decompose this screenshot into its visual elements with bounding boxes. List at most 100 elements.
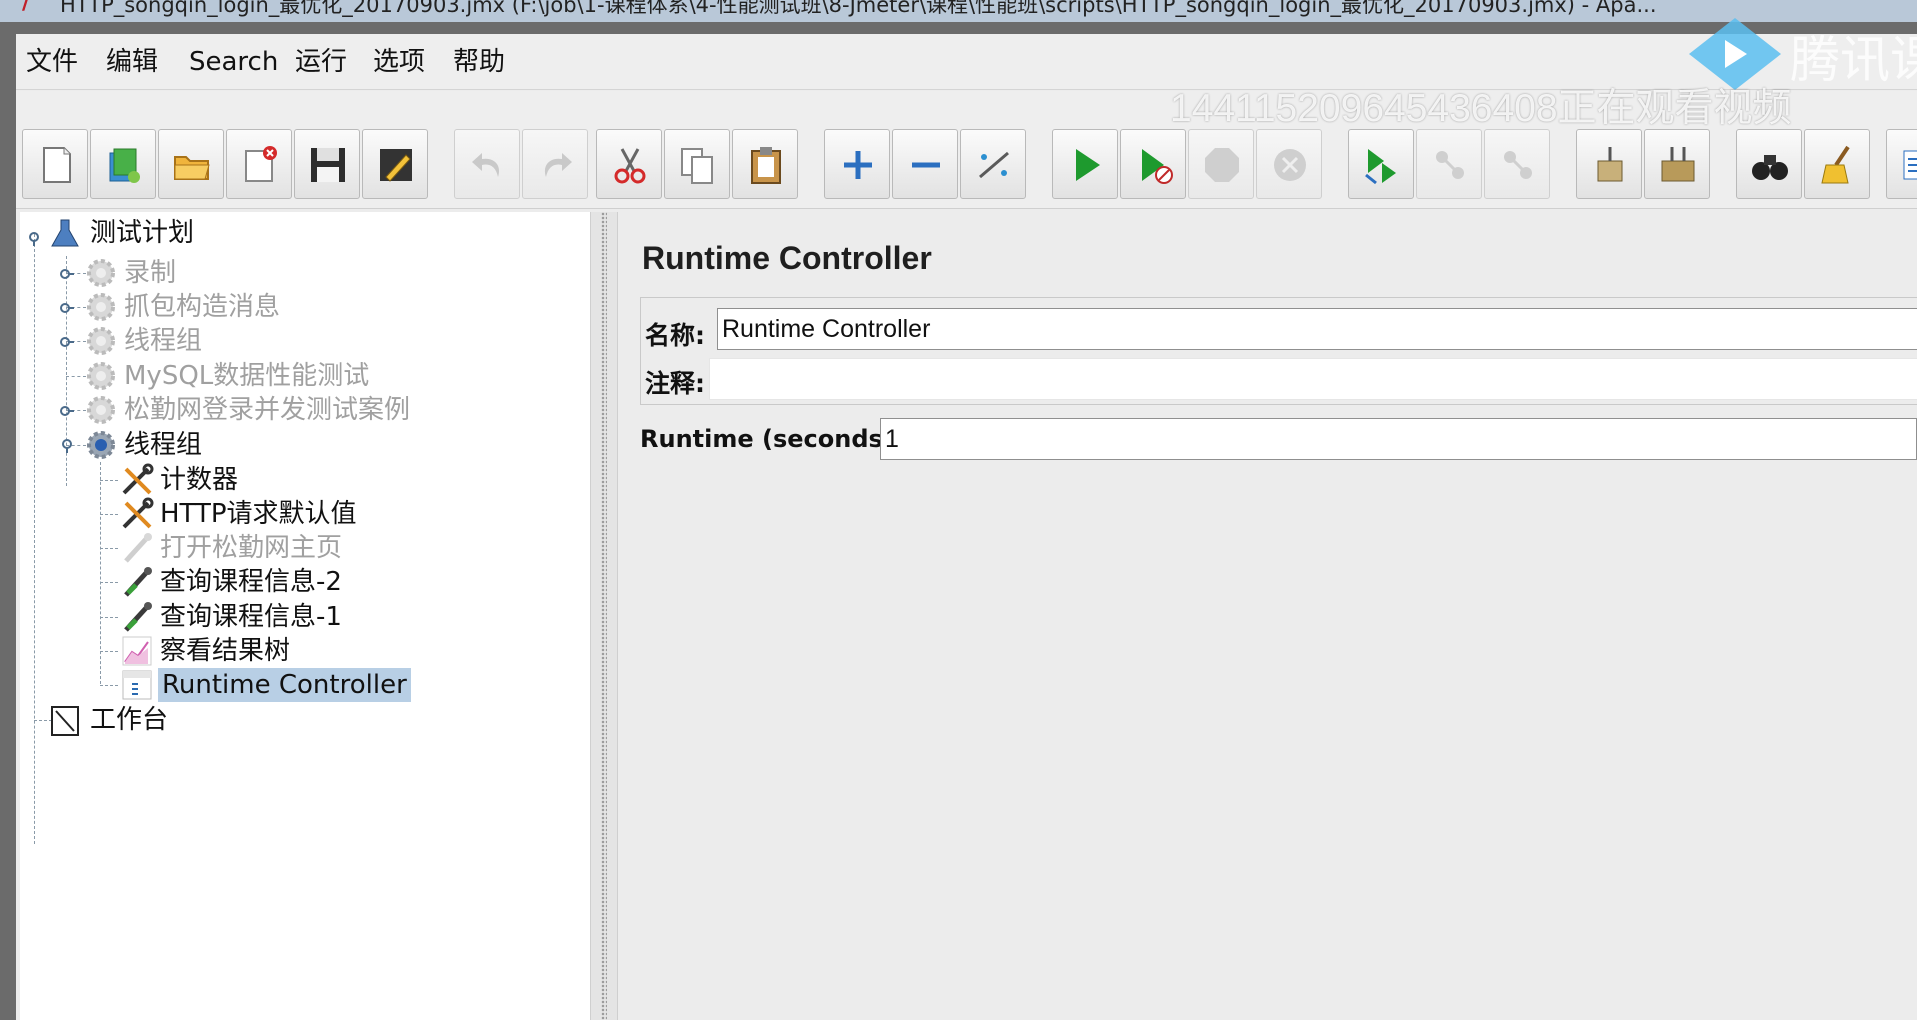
reset-search-button[interactable] [1804, 129, 1870, 199]
toggle-button[interactable] [960, 129, 1026, 199]
clear-broom-icon [1597, 147, 1623, 182]
list-icon [1903, 150, 1917, 180]
stop-button[interactable] [1188, 129, 1254, 199]
scissors-icon [614, 148, 646, 184]
tree-node-label: 计数器 [160, 465, 239, 495]
tree-node-label: MySQL数据性能测试 [124, 361, 370, 391]
gear-icon [87, 396, 115, 424]
clear-all-button[interactable] [1644, 129, 1710, 199]
close-button[interactable] [226, 129, 292, 199]
tree-node-label: 打开松勤网主页 [160, 533, 343, 563]
redo-icon [544, 153, 572, 177]
jmeter-feather-icon: / [22, 0, 31, 15]
comment-field[interactable] [709, 358, 1917, 400]
open-button[interactable] [158, 129, 224, 199]
remote-start-button[interactable] [1348, 129, 1414, 199]
gear-icon [87, 293, 115, 321]
workbench-icon [51, 706, 79, 736]
remote-stop-button[interactable] [1416, 129, 1482, 199]
binoculars-icon [1752, 155, 1788, 180]
gear-icon [87, 327, 115, 355]
panel-splitter[interactable] [590, 212, 618, 1020]
gear-icon [87, 431, 115, 459]
collapsed-handle-icon[interactable] [60, 335, 74, 349]
open-folder-icon [174, 156, 210, 180]
remote-start-icon [1365, 149, 1396, 185]
shutdown-icon [1274, 149, 1306, 181]
tree-node-label: 线程组 [124, 326, 203, 356]
collapsed-handle-icon[interactable] [60, 404, 74, 418]
remote-shutdown-button[interactable] [1484, 129, 1550, 199]
start-button[interactable] [1052, 129, 1118, 199]
start-no-pauses-button[interactable] [1120, 129, 1186, 199]
jmeter-window: 文件 编辑 Search 运行 选项 帮助 测试计划 录制 抓包构造消息 线程组… [16, 34, 1917, 1020]
copy-icon [681, 148, 713, 184]
runtime-input[interactable] [885, 419, 1916, 459]
tree-node-label: 松勤网登录并发测试案例 [124, 395, 411, 425]
listener-graph-icon [122, 636, 152, 666]
search-button[interactable] [1736, 129, 1802, 199]
remote-shutdown-icon [1504, 151, 1532, 179]
controller-icon [122, 670, 152, 700]
save-screen-button[interactable] [362, 129, 428, 199]
function-helper-button[interactable] [1886, 129, 1917, 199]
remote-stop-icon [1436, 151, 1464, 179]
sampler-pipette-icon [124, 602, 152, 632]
redo-button[interactable] [522, 129, 588, 199]
tree-node-label: 工作台 [90, 705, 169, 735]
viewer-count-overlay: 144115209645436408正在观看视频 [1170, 87, 1792, 130]
runtime-label: Runtime (seconds) [640, 425, 894, 453]
save-button[interactable] [294, 129, 360, 199]
templates-icon [109, 148, 140, 183]
templates-button[interactable] [90, 129, 156, 199]
menu-file[interactable]: 文件 [26, 44, 78, 80]
collapse-all-button[interactable] [892, 129, 958, 199]
tree-node-label: 查询课程信息-1 [160, 602, 342, 632]
sampler-pipette-icon [124, 567, 152, 597]
paste-button[interactable] [732, 129, 798, 199]
clear-button[interactable] [1576, 129, 1642, 199]
new-file-icon [43, 147, 71, 183]
menu-options[interactable]: 选项 [373, 44, 425, 80]
expanded-handle-icon[interactable] [60, 439, 74, 453]
menu-run[interactable]: 运行 [295, 44, 347, 80]
menu-search[interactable]: Search [189, 44, 278, 80]
play-icon [1076, 149, 1100, 181]
comment-input[interactable] [714, 359, 1917, 399]
reset-broom-icon [1821, 145, 1850, 184]
tree-node-label: 测试计划 [90, 218, 195, 248]
play-no-timers-icon [1142, 149, 1173, 184]
clear-all-broom-icon [1661, 147, 1695, 182]
config-tools-icon [122, 497, 154, 529]
tree-node-label: 线程组 [124, 430, 203, 460]
panel-title: Runtime Controller [642, 240, 932, 276]
cut-button[interactable] [596, 129, 662, 199]
test-plan-flask-icon [51, 219, 79, 247]
runtime-controller-panel: Runtime Controller 名称: 注释: Runtime (seco… [618, 212, 1917, 1020]
save-disk-icon [311, 148, 345, 182]
close-file-icon [245, 146, 277, 182]
undo-button[interactable] [454, 129, 520, 199]
runtime-field[interactable] [880, 418, 1917, 460]
sampler-pipette-icon [124, 533, 152, 563]
minus-icon [912, 162, 940, 168]
expand-all-button[interactable] [824, 129, 890, 199]
name-field[interactable] [717, 308, 1917, 350]
collapsed-handle-icon[interactable] [60, 267, 74, 281]
config-tools-icon [122, 463, 154, 495]
comment-label: 注释: [645, 369, 705, 398]
window-title-bar: / HTTP_songqin_login_最优化_20170903.jmx (F… [0, 0, 1917, 22]
copy-button[interactable] [664, 129, 730, 199]
menu-edit[interactable]: 编辑 [106, 44, 158, 80]
gear-icon [87, 259, 115, 287]
shutdown-button[interactable] [1256, 129, 1322, 199]
expanded-handle-icon[interactable] [27, 232, 41, 246]
tree-node-label: 录制 [124, 258, 177, 288]
collapsed-handle-icon[interactable] [60, 301, 74, 315]
new-button[interactable] [22, 129, 88, 199]
test-plan-tree: 测试计划 录制 抓包构造消息 线程组 MySQL数据性能测试 松勤网登录并发测试… [20, 212, 590, 1020]
plus-icon [844, 151, 872, 179]
name-label: 名称: [645, 321, 705, 350]
name-input[interactable] [722, 309, 1917, 349]
menu-help[interactable]: 帮助 [453, 44, 505, 80]
